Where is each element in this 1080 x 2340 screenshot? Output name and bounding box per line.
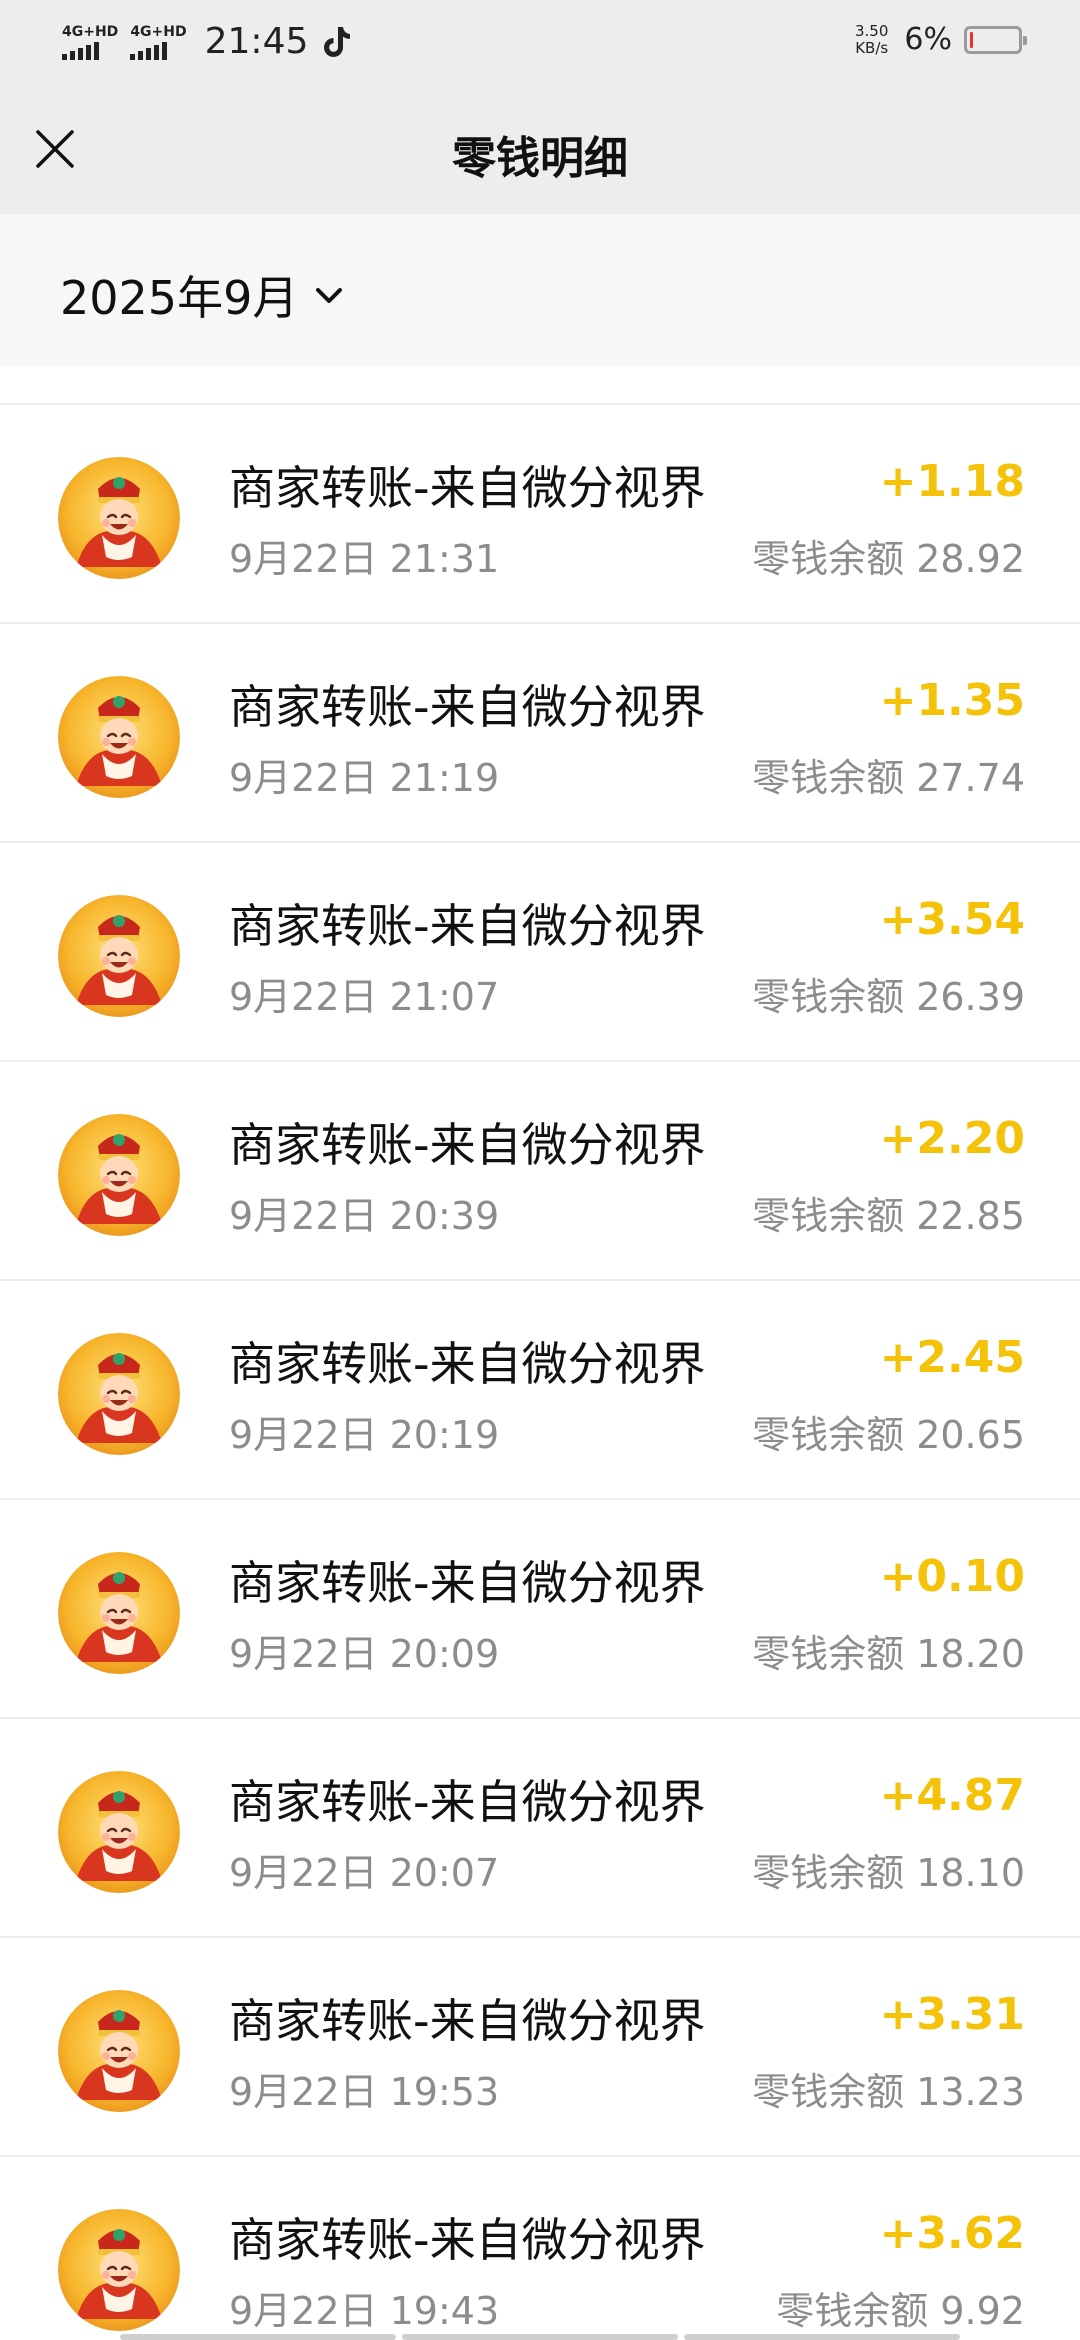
- transaction-amount: +3.54: [879, 894, 1025, 945]
- status-bar: 4G+HD 4G+HD 21:45 3.50 KB/s 6%: [0, 0, 1080, 84]
- transaction-row[interactable]: 商家转账-来自微分视界 9月22日 19:53 +3.31 零钱余额 13.23: [0, 1938, 1080, 2157]
- merchant-avatar: [58, 895, 180, 1017]
- page-title: 零钱明细: [452, 133, 628, 184]
- nav-bar: 零钱明细: [0, 84, 1080, 214]
- transaction-list: 商家转账-来自微分视界 9月22日 21:31 +1.18 零钱余额 28.92: [0, 405, 1080, 2340]
- transaction-row[interactable]: 商家转账-来自微分视界 9月22日 20:07 +4.87 零钱余额 18.10: [0, 1719, 1080, 1938]
- signal-sim2-label: 4G+HD: [130, 24, 187, 40]
- transaction-balance: 零钱余额 18.10: [752, 1851, 1025, 1895]
- merchant-avatar: [58, 1771, 180, 1893]
- transaction-time: 9月22日 20:07: [229, 1851, 500, 1895]
- transaction-title: 商家转账-来自微分视界: [229, 1994, 706, 2048]
- transaction-balance: 零钱余额 20.65: [752, 1413, 1025, 1457]
- transaction-title: 商家转账-来自微分视界: [229, 1337, 706, 1391]
- transaction-amount: +1.18: [879, 456, 1025, 507]
- transaction-time: 9月22日 21:19: [229, 756, 500, 800]
- transaction-balance: 零钱余额 9.92: [776, 2289, 1025, 2333]
- transaction-row[interactable]: 商家转账-来自微分视界 9月22日 19:43 +3.62 零钱余额 9.92: [0, 2157, 1080, 2340]
- transaction-title: 商家转账-来自微分视界: [229, 461, 706, 515]
- transaction-time: 9月22日 21:31: [229, 537, 500, 581]
- battery-percentage: 6%: [904, 22, 952, 57]
- month-selector[interactable]: 2025年9月: [60, 262, 346, 328]
- battery-icon: [964, 25, 1027, 54]
- status-right: 3.50 KB/s 6%: [855, 21, 1027, 57]
- merchant-avatar: [58, 457, 180, 579]
- tiktok-icon: [324, 27, 351, 57]
- bottom-scroll-indicator: [120, 2334, 960, 2340]
- transaction-row[interactable]: 商家转账-来自微分视界 9月22日 21:07 +3.54 零钱余额 26.39: [0, 843, 1080, 1062]
- transaction-amount: +3.31: [879, 1989, 1025, 2040]
- merchant-avatar: [58, 1114, 180, 1236]
- transaction-amount: +2.45: [879, 1332, 1025, 1383]
- transaction-time: 9月22日 20:39: [229, 1194, 500, 1238]
- transaction-balance: 零钱余额 18.20: [752, 1632, 1025, 1676]
- network-speed-unit: KB/s: [855, 38, 889, 57]
- signal-sim2-icon: 4G+HD: [130, 24, 187, 60]
- transaction-title: 商家转账-来自微分视界: [229, 1775, 706, 1829]
- battery-level-fill: [970, 31, 973, 48]
- transaction-amount: +4.87: [879, 1770, 1025, 1821]
- merchant-avatar: [58, 2209, 180, 2331]
- signal-sim1-icon: 4G+HD: [62, 24, 118, 60]
- transaction-time: 9月22日 19:53: [229, 2070, 500, 2114]
- transaction-time: 9月22日 20:09: [229, 1632, 500, 1676]
- transaction-time: 9月22日 21:07: [229, 975, 500, 1019]
- status-time: 21:45: [204, 21, 309, 62]
- transaction-balance: 零钱余额 13.23: [752, 2070, 1025, 2114]
- transaction-balance: 零钱余额 26.39: [752, 975, 1025, 1019]
- transaction-balance: 零钱余额 27.74: [752, 756, 1025, 800]
- transaction-title: 商家转账-来自微分视界: [229, 1118, 706, 1172]
- transaction-title: 商家转账-来自微分视界: [229, 899, 706, 953]
- transaction-title: 商家转账-来自微分视界: [229, 2213, 706, 2267]
- merchant-avatar: [58, 676, 180, 798]
- transaction-balance: 零钱余额 22.85: [752, 1194, 1025, 1238]
- month-label: 2025年9月: [60, 271, 299, 325]
- transaction-time: 9月22日 19:43: [229, 2289, 500, 2333]
- transaction-balance: 零钱余额 28.92: [752, 537, 1025, 581]
- merchant-avatar: [58, 1333, 180, 1455]
- transaction-row[interactable]: 商家转账-来自微分视界 9月22日 21:19 +1.35 零钱余额 27.74: [0, 624, 1080, 843]
- transaction-title: 商家转账-来自微分视界: [229, 1556, 706, 1610]
- transaction-amount: +3.62: [879, 2208, 1025, 2259]
- transaction-row[interactable]: 商家转账-来自微分视界 9月22日 20:39 +2.20 零钱余额 22.85: [0, 1062, 1080, 1281]
- signal-sim1-label: 4G+HD: [62, 24, 119, 40]
- transaction-row[interactable]: 商家转账-来自微分视界 9月22日 20:19 +2.45 零钱余额 20.65: [0, 1281, 1080, 1500]
- transaction-time: 9月22日 20:19: [229, 1413, 500, 1457]
- transaction-row[interactable]: 商家转账-来自微分视界 9月22日 21:31 +1.18 零钱余额 28.92: [0, 405, 1080, 624]
- network-speed: 3.50 KB/s: [855, 21, 889, 57]
- status-left: 4G+HD 4G+HD 21:45: [62, 16, 352, 68]
- transaction-row[interactable]: 商家转账-来自微分视界 9月22日 20:09 +0.10 零钱余额 18.20: [0, 1500, 1080, 1719]
- merchant-avatar: [58, 1552, 180, 1674]
- merchant-avatar: [58, 1990, 180, 2112]
- transaction-title: 商家转账-来自微分视界: [229, 680, 706, 734]
- transaction-amount: +2.20: [879, 1113, 1025, 1164]
- transaction-amount: +0.10: [879, 1551, 1025, 1602]
- month-filter-bar: 2025年9月: [0, 214, 1080, 366]
- transaction-amount: +1.35: [879, 675, 1025, 726]
- network-speed-value: 3.50: [855, 21, 889, 40]
- chevron-down-icon: [316, 288, 343, 303]
